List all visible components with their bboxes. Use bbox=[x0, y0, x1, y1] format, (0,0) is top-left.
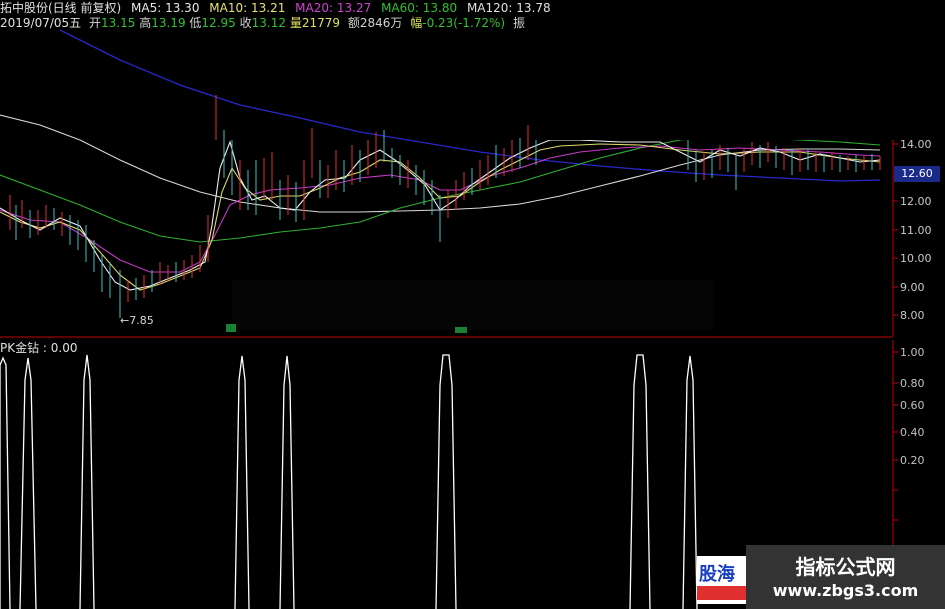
change-value: -0.23(-1.72%) bbox=[422, 16, 506, 30]
low-price-marker: ←7.85 bbox=[120, 314, 154, 327]
price-axis-label-0: 14.00 bbox=[900, 138, 932, 151]
signal-marker-1 bbox=[226, 324, 236, 332]
volume-label: 量 bbox=[289, 16, 302, 30]
indicator-axis-label-0: 1.00 bbox=[900, 346, 925, 359]
indicator-title: PK金钻 : 0.00 bbox=[0, 341, 78, 355]
current-price-tag: 12.60 bbox=[894, 166, 940, 182]
price-axis-label-3: 11.00 bbox=[900, 224, 932, 237]
indicator-axis-label-4: 0.20 bbox=[900, 454, 925, 467]
pk-indicator-spikes bbox=[0, 354, 698, 609]
amplitude-label: 振 bbox=[512, 16, 525, 30]
watermark-right: 指标公式网 www.zbgs3.com bbox=[746, 545, 945, 609]
ma10-label: MA10: bbox=[209, 1, 248, 15]
date-label: 2019/07/05五 bbox=[0, 16, 82, 30]
header-line-1: 拓中股份(日线 前复权) MA5: 13.30 MA10: 13.21 MA20… bbox=[0, 1, 551, 15]
ma10-value: 13.21 bbox=[250, 1, 286, 15]
ma5-label: MA5: bbox=[131, 1, 162, 15]
header-line-2: 2019/07/05五 开13.15 高13.19 低12.95 收13.12 … bbox=[0, 16, 525, 30]
close-value: 13.12 bbox=[251, 16, 286, 30]
change-label: 幅 bbox=[410, 16, 423, 30]
amount-value: 2846万 bbox=[359, 16, 403, 30]
open-value: 13.15 bbox=[101, 16, 136, 30]
ma20-label: MA20: bbox=[295, 1, 334, 15]
watermark-left-text: 股海 bbox=[699, 564, 735, 585]
low-value: 12.95 bbox=[201, 16, 236, 30]
indicator-axis-ticks bbox=[893, 351, 898, 521]
price-axis-label-5: 9.00 bbox=[900, 281, 925, 294]
indicator-axis-label-3: 0.40 bbox=[900, 426, 925, 439]
ma20-value: 13.27 bbox=[336, 1, 372, 15]
high-label: 高 bbox=[139, 16, 152, 30]
high-value: 13.19 bbox=[151, 16, 186, 30]
close-label: 收 bbox=[239, 16, 252, 30]
ma60-label: MA60: bbox=[381, 1, 419, 15]
ma5-value: 13.30 bbox=[165, 1, 200, 15]
occlusion-block-middle bbox=[232, 280, 714, 330]
low-label: 低 bbox=[189, 16, 202, 30]
signal-marker-2 bbox=[455, 327, 467, 333]
price-axis-label-4: 10.00 bbox=[900, 252, 932, 265]
ma120-label: MA120: bbox=[466, 1, 513, 15]
watermark-url: www.zbgs3.com bbox=[772, 581, 919, 600]
ma60-value: 13.80 bbox=[422, 1, 458, 15]
price-axis-label-6: 8.00 bbox=[900, 309, 925, 322]
volume-value: 21779 bbox=[301, 16, 341, 30]
price-axis-label-2: 12.00 bbox=[900, 195, 932, 208]
occlusion-block-top-right bbox=[535, 0, 945, 140]
indicator-axis-label-1: 0.80 bbox=[900, 377, 925, 390]
open-label: 开 bbox=[89, 16, 102, 30]
ma120-value: 13.78 bbox=[516, 1, 551, 15]
watermark-title: 指标公式网 bbox=[795, 555, 896, 579]
indicator-axis-label-2: 0.60 bbox=[900, 399, 925, 412]
stock-name: 拓中股份(日线 前复权) bbox=[0, 1, 122, 15]
amount-label: 额 bbox=[347, 16, 360, 30]
